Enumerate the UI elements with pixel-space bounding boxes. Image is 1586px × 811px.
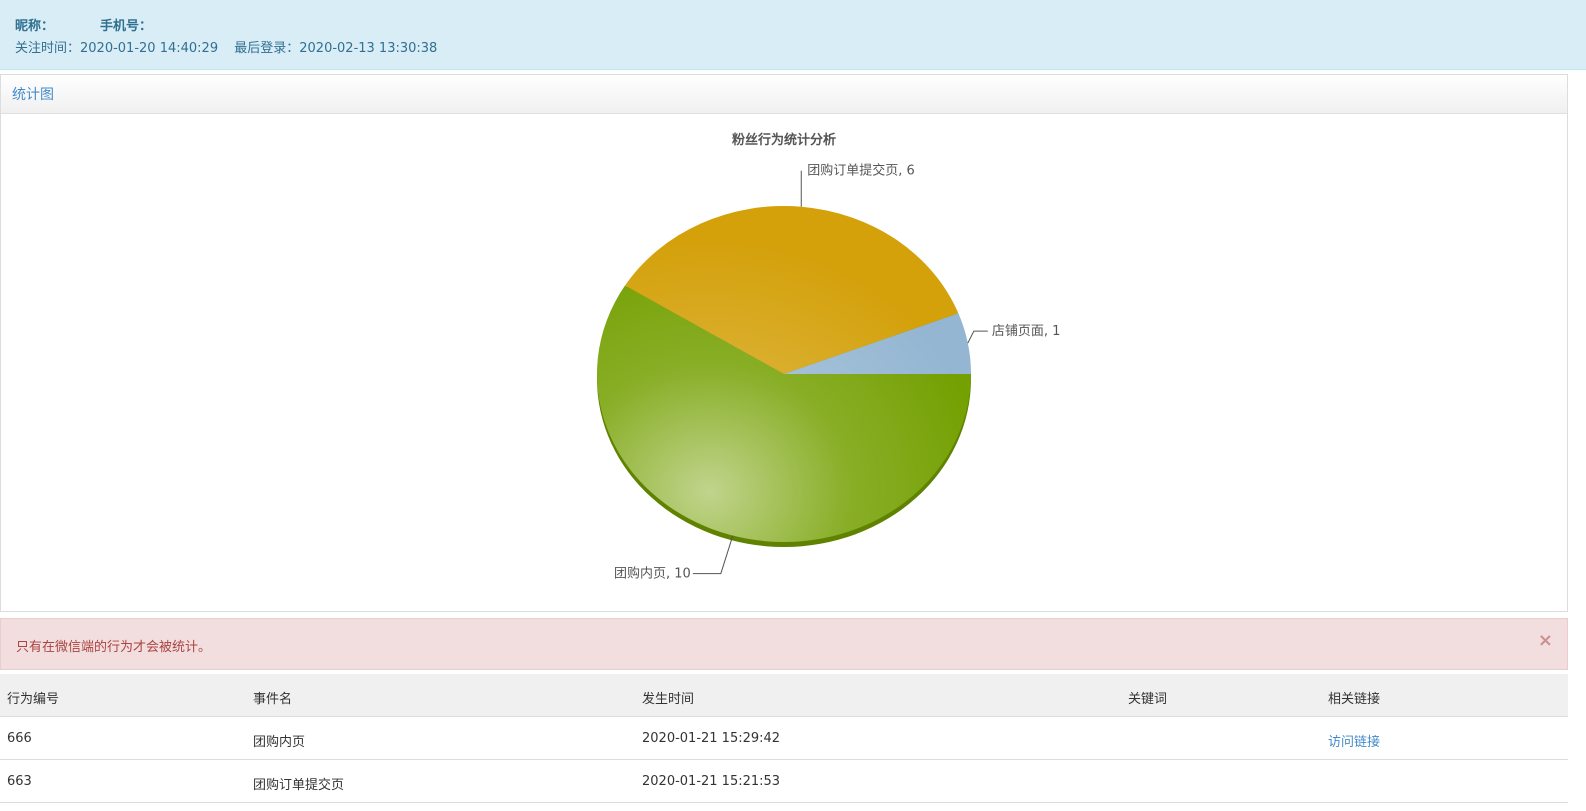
info-alert: 只有在微信端的行为才会被统计。 ×: [0, 618, 1568, 670]
slice-label: 团购内页, 10: [614, 566, 691, 582]
row-event: 团购内页: [253, 735, 306, 750]
fan-info-line2: 关注时间：2020-01-20 14:40:29 最后登录：2020-02-13…: [15, 37, 437, 56]
last-login-value: 2020-02-13 13:30:38: [299, 41, 438, 56]
follow-time-label: 关注时间：: [15, 41, 81, 56]
slice-connector: [967, 330, 988, 344]
row-time: 2020-01-21 15:21:53: [642, 774, 781, 789]
chart-title: 粉丝行为统计分析: [732, 132, 836, 148]
panel-heading: 统计图: [1, 75, 1567, 114]
table-row: 663 团购订单提交页 2020-01-21 15:21:53: [0, 760, 1568, 803]
header-id: 行为编号: [7, 692, 60, 707]
slice-label: 店铺页面, 1: [992, 324, 1061, 339]
chart-area: 粉丝行为统计分析 团购内页, 10 团购订单提交页, 6 店铺页面, 1: [1, 114, 1567, 611]
slice-connector: [692, 535, 734, 575]
behavior-table: 行为编号 事件名 发生时间 关键词 相关链接 666 团购内页 2020-01-…: [0, 674, 1568, 803]
table-header-row: 行为编号 事件名 发生时间 关键词 相关链接: [0, 674, 1568, 717]
table-row: 666 团购内页 2020-01-21 15:29:42 访问链接: [0, 717, 1568, 760]
row-id: 666: [7, 731, 32, 746]
header-keyword: 关键词: [1128, 692, 1168, 707]
fan-info-bar: 昵称： 手机号： 关注时间：2020-01-20 14:40:29 最后登录：20…: [0, 0, 1586, 70]
close-icon[interactable]: ×: [1538, 631, 1553, 651]
header-link: 相关链接: [1328, 692, 1381, 707]
header-time: 发生时间: [642, 692, 695, 707]
follow-time-value: 2020-01-20 14:40:29: [80, 41, 219, 56]
slice-label: 团购订单提交页, 6: [807, 163, 915, 179]
row-time: 2020-01-21 15:29:42: [642, 731, 781, 746]
panel-title: 统计图: [12, 87, 54, 103]
row-event: 团购订单提交页: [253, 778, 345, 793]
stats-panel: 统计图 粉丝行为统计分析 团购内页, 10 团购订单提交页, 6 店铺页面, 1: [0, 74, 1568, 612]
nickname-label: 昵称：: [15, 19, 55, 34]
row-id: 663: [7, 774, 32, 789]
phone-label: 手机号：: [100, 19, 153, 34]
header-event: 事件名: [253, 692, 293, 707]
alert-message: 只有在微信端的行为才会被统计。: [16, 640, 212, 655]
last-login-label: 最后登录：: [234, 41, 300, 56]
fan-info-line1: 昵称： 手机号：: [15, 15, 152, 34]
pie-chart: 粉丝行为统计分析 团购内页, 10 团购订单提交页, 6 店铺页面, 1: [597, 132, 1061, 582]
visit-link[interactable]: 访问链接: [1328, 731, 1380, 750]
